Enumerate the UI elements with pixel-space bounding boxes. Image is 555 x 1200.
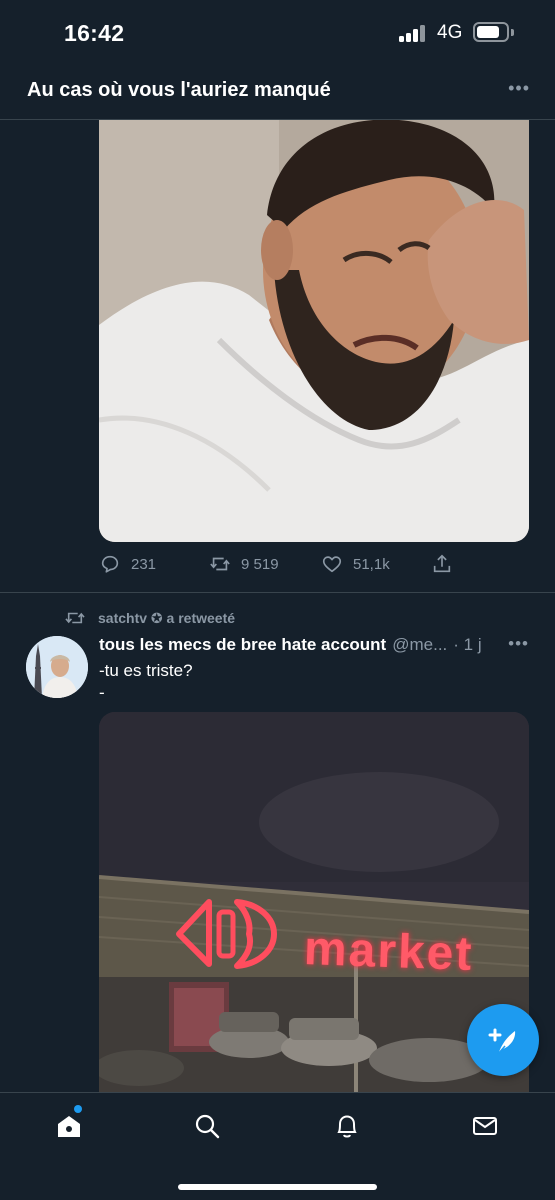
reply-icon bbox=[101, 555, 119, 573]
twitter-screen: 16:42 4G Au cas où vous l'auriez manqué … bbox=[0, 0, 555, 1200]
compose-feather-icon bbox=[488, 1028, 516, 1055]
share-button[interactable] bbox=[431, 549, 463, 579]
heart-icon bbox=[322, 556, 342, 573]
section-title: Au cas où vous l'auriez manqué bbox=[27, 79, 331, 101]
home-indicator[interactable] bbox=[178, 1184, 377, 1190]
tweet-divider bbox=[0, 592, 555, 593]
like-count: 51,1k bbox=[353, 555, 390, 573]
retweet-icon bbox=[210, 557, 230, 571]
ellipsis-icon[interactable]: ••• bbox=[508, 78, 530, 99]
share-icon bbox=[433, 554, 451, 573]
avatar[interactable] bbox=[26, 636, 88, 698]
tab-home[interactable] bbox=[52, 1109, 86, 1143]
retweet-button[interactable]: 9 519 bbox=[209, 549, 279, 579]
store-sign-text: market bbox=[303, 922, 475, 981]
tweet-actions: 231 9 519 51,1k bbox=[99, 549, 539, 579]
tab-notifications[interactable] bbox=[330, 1109, 364, 1143]
carrefour-market-photo bbox=[99, 712, 529, 1092]
compose-tweet-button[interactable] bbox=[467, 1004, 539, 1076]
tweet-text-line: - bbox=[99, 683, 105, 702]
messages-icon bbox=[473, 1117, 497, 1135]
tweet-time: · 1 j bbox=[453, 635, 482, 654]
author-name[interactable]: tous les mecs de bree hate account bbox=[99, 635, 386, 655]
status-bar: 16:42 4G bbox=[0, 0, 555, 66]
tweet-media-image[interactable] bbox=[99, 120, 529, 542]
home-icon bbox=[58, 1116, 80, 1137]
status-time: 16:42 bbox=[64, 20, 125, 46]
notifications-icon bbox=[337, 1115, 357, 1138]
reply-button[interactable]: 231 bbox=[99, 549, 156, 579]
reply-count: 231 bbox=[131, 555, 157, 573]
tab-search[interactable] bbox=[190, 1109, 224, 1143]
cellular-signal-icon bbox=[399, 24, 427, 42]
tweet-header: tous les mecs de bree hate account @me..… bbox=[99, 633, 529, 657]
retweeted-by-label: satchtv ✪ a retweeté bbox=[98, 609, 236, 626]
battery-icon bbox=[473, 22, 509, 42]
tweet-text-line: -tu es triste? bbox=[99, 661, 193, 680]
tab-messages[interactable] bbox=[468, 1109, 502, 1143]
tweet-media-image[interactable]: market bbox=[99, 712, 529, 1092]
tweet-text: -tu es triste? - bbox=[99, 660, 193, 704]
retweet-count: 9 519 bbox=[241, 555, 279, 573]
author-handle[interactable]: @me... bbox=[392, 635, 447, 655]
like-button[interactable]: 51,1k bbox=[321, 549, 390, 579]
section-header: Au cas où vous l'auriez manqué ••• bbox=[0, 66, 555, 120]
search-icon bbox=[195, 1114, 220, 1139]
avatar-photo bbox=[26, 636, 88, 698]
crying-man-photo bbox=[99, 120, 529, 542]
new-content-dot bbox=[74, 1105, 82, 1113]
retweet-icon bbox=[65, 612, 85, 624]
retweet-context[interactable]: satchtv ✪ a retweeté bbox=[64, 608, 235, 628]
network-type: 4G bbox=[437, 22, 463, 43]
battery-cap bbox=[511, 29, 514, 36]
ellipsis-icon[interactable]: ••• bbox=[508, 634, 529, 654]
